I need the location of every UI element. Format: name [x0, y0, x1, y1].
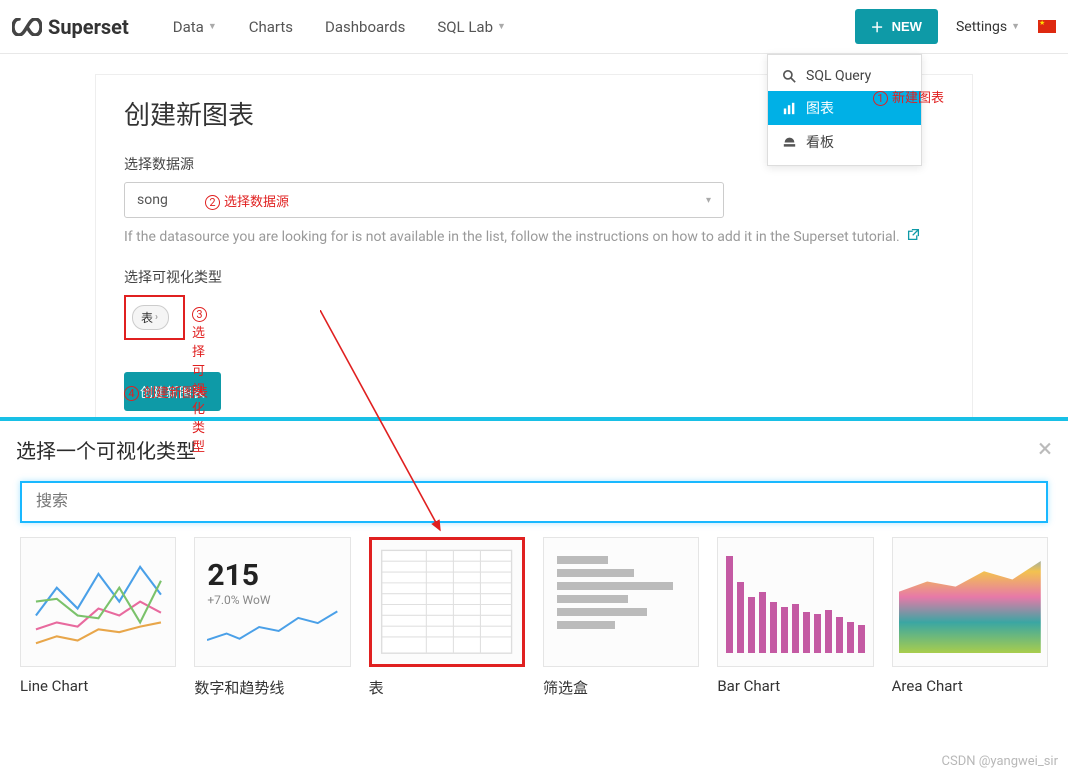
viztype-redbox: 表 3选择可视化类型 — [124, 295, 185, 340]
datasource-hint: If the datasource you are looking for is… — [124, 228, 944, 245]
viz-label: Area Chart — [892, 677, 1048, 695]
viz-label: Line Chart — [20, 677, 176, 695]
viz-type-modal: 选择一个可视化类型 × Line Chart 215 +7.0% WoW 数字和… — [0, 417, 1068, 777]
viz-card-table[interactable]: 表 — [369, 537, 525, 698]
settings-label: Settings — [956, 19, 1007, 35]
nav-item-charts[interactable]: Charts — [233, 18, 309, 36]
close-icon[interactable]: × — [1038, 436, 1052, 462]
brand-text: Superset — [48, 15, 129, 39]
caret-icon: ▼ — [1011, 21, 1020, 32]
nav-items: Data▼ Charts Dashboards SQL Lab▼ — [157, 18, 522, 36]
viztype-label: 选择可视化类型 — [124, 267, 944, 287]
viz-card-area-chart[interactable]: Area Chart — [892, 537, 1048, 698]
settings-menu[interactable]: Settings ▼ — [956, 19, 1020, 35]
nav-item-dashboards[interactable]: Dashboards — [309, 18, 421, 36]
dropdown-label: SQL Query — [806, 68, 871, 84]
viz-card-big-number[interactable]: 215 +7.0% WoW 数字和趋势线 — [194, 537, 350, 698]
annotation-1: 1新建图表 — [873, 87, 944, 106]
new-button[interactable]: ＋ NEW — [855, 9, 938, 44]
viz-thumb — [369, 537, 525, 667]
modal-body: Line Chart 215 +7.0% WoW 数字和趋势线 表 — [0, 467, 1068, 712]
nav-item-sqllab[interactable]: SQL Lab▼ — [421, 18, 522, 36]
modal-title: 选择一个可视化类型 — [16, 435, 196, 464]
viz-card-filter-box[interactable]: 筛选盒 — [543, 537, 699, 698]
viz-thumb — [20, 537, 176, 667]
caret-icon: ▼ — [208, 21, 217, 32]
nav-item-data[interactable]: Data▼ — [157, 18, 233, 36]
viztype-value: 表 — [141, 309, 153, 326]
brand-logo[interactable]: Superset — [12, 15, 129, 39]
annotation-4: 4创建新图表 — [124, 382, 208, 401]
viztype-select[interactable]: 表 — [132, 305, 169, 330]
viz-thumb — [543, 537, 699, 667]
viz-thumb: 215 +7.0% WoW — [194, 537, 350, 667]
viz-thumb — [717, 537, 873, 667]
dropdown-label: 图表 — [806, 98, 834, 118]
viz-card-line-chart[interactable]: Line Chart — [20, 537, 176, 698]
new-button-label: NEW — [892, 19, 922, 34]
flag-icon[interactable] — [1038, 20, 1056, 33]
viz-grid: Line Chart 215 +7.0% WoW 数字和趋势线 表 — [20, 537, 1048, 698]
new-dropdown: SQL Query 图表 看板 — [767, 54, 922, 166]
watermark: CSDN @yangwei_sir — [942, 754, 1058, 769]
dropdown-label: 看板 — [806, 132, 834, 152]
caret-icon: ▼ — [497, 21, 506, 32]
annotation-2: 2选择数据源 — [205, 191, 289, 210]
search-input[interactable] — [20, 481, 1048, 523]
annotation-3: 3选择可视化类型 — [192, 307, 211, 455]
viztype-section: 选择可视化类型 表 3选择可视化类型 — [124, 267, 944, 340]
viz-thumb — [892, 537, 1048, 667]
big-number-sub: +7.0% WoW — [207, 593, 270, 607]
viz-label: 数字和趋势线 — [194, 677, 350, 698]
datasource-section: 选择数据源 song 2选择数据源 If the datasource you … — [124, 154, 944, 245]
plus-icon: ＋ — [871, 17, 884, 36]
viz-label: 筛选盒 — [543, 677, 699, 698]
top-nav: Superset Data▼ Charts Dashboards SQL Lab… — [0, 0, 1068, 54]
chart-bar-icon — [782, 102, 796, 115]
viz-label: 表 — [369, 677, 525, 698]
search-icon — [782, 70, 796, 83]
dashboard-icon — [782, 136, 796, 149]
external-link-icon[interactable] — [907, 229, 920, 245]
dropdown-item-dashboard[interactable]: 看板 — [768, 125, 921, 159]
big-number: 215 — [207, 558, 259, 593]
infinity-icon — [12, 18, 42, 36]
datasource-value: song — [137, 192, 168, 208]
modal-header: 选择一个可视化类型 × — [0, 421, 1068, 467]
viz-label: Bar Chart — [717, 677, 873, 695]
viz-card-bar-chart[interactable]: Bar Chart — [717, 537, 873, 698]
datasource-select[interactable]: song 2选择数据源 — [124, 182, 724, 218]
nav-right: ＋ NEW Settings ▼ — [855, 9, 1056, 44]
